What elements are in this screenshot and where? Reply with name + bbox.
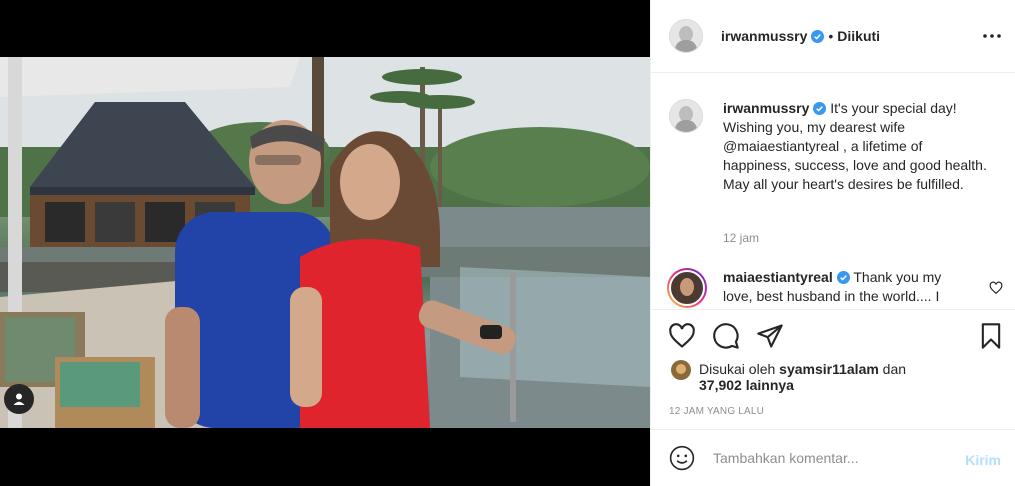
add-comment-bar: Kirim	[651, 429, 1015, 486]
verified-badge-icon	[836, 271, 850, 284]
post-media	[0, 0, 650, 486]
heart-icon[interactable]	[668, 322, 696, 350]
verified-badge-icon	[813, 102, 827, 115]
bookmark-icon[interactable]	[977, 322, 1005, 350]
comment-input[interactable]	[713, 450, 943, 466]
post-actions: Disukai oleh syamsir11alam dan 37,902 la…	[651, 309, 1015, 429]
liker-username[interactable]: syamsir11alam	[779, 361, 879, 377]
caption-username[interactable]: irwanmussry	[723, 100, 809, 116]
share-icon[interactable]	[756, 322, 784, 350]
header-separator: •	[828, 28, 834, 44]
comment-icon[interactable]	[712, 322, 740, 350]
commenter-avatar[interactable]	[667, 268, 707, 308]
following-button[interactable]: Diikuti	[837, 28, 880, 44]
more-options-button[interactable]	[982, 26, 1002, 46]
user-tag-icon	[13, 393, 25, 405]
comment-heart-icon[interactable]	[989, 281, 1003, 295]
caption-time[interactable]: 12 jam	[723, 231, 759, 245]
author-avatar[interactable]	[669, 19, 703, 53]
emoji-icon[interactable]	[669, 445, 695, 471]
likes-prefix: Disukai oleh	[699, 361, 780, 377]
caption-mention[interactable]: @maiaestiantyreal	[723, 138, 839, 154]
caption-text: irwanmussry It's your special day! Wishi…	[723, 99, 988, 194]
commenter-username[interactable]: maiaestiantyreal	[723, 269, 833, 285]
comments-section[interactable]: irwanmussry It's your special day! Wishi…	[651, 74, 1015, 309]
verified-badge-icon	[811, 29, 825, 43]
user-tag-button[interactable]	[4, 384, 34, 414]
comment-text: maiaestiantyreal Thank you my love, best…	[723, 268, 963, 308]
post-caption: irwanmussry It's your special day! Wishi…	[669, 99, 999, 194]
post-timestamp[interactable]: 12 JAM YANG LALU	[669, 406, 764, 417]
instagram-post-modal: irwanmussry • Diikuti irwanmussry It's y…	[0, 0, 1015, 486]
author-username[interactable]: irwanmussry	[721, 28, 807, 44]
likes-joiner: dan	[878, 361, 907, 377]
likes-count[interactable]: 37,902 lainnya	[699, 377, 794, 393]
caption-author-avatar[interactable]	[669, 99, 703, 133]
post-header: irwanmussry • Diikuti	[651, 0, 1015, 73]
post-comment-button[interactable]: Kirim	[965, 452, 1001, 468]
comment-item: maiaestiantyreal Thank you my love, best…	[667, 268, 1003, 308]
post-photo[interactable]	[0, 57, 650, 428]
liker-avatar[interactable]	[671, 360, 691, 380]
more-options-icon	[983, 34, 1001, 38]
post-side-panel: irwanmussry • Diikuti irwanmussry It's y…	[650, 0, 1015, 486]
